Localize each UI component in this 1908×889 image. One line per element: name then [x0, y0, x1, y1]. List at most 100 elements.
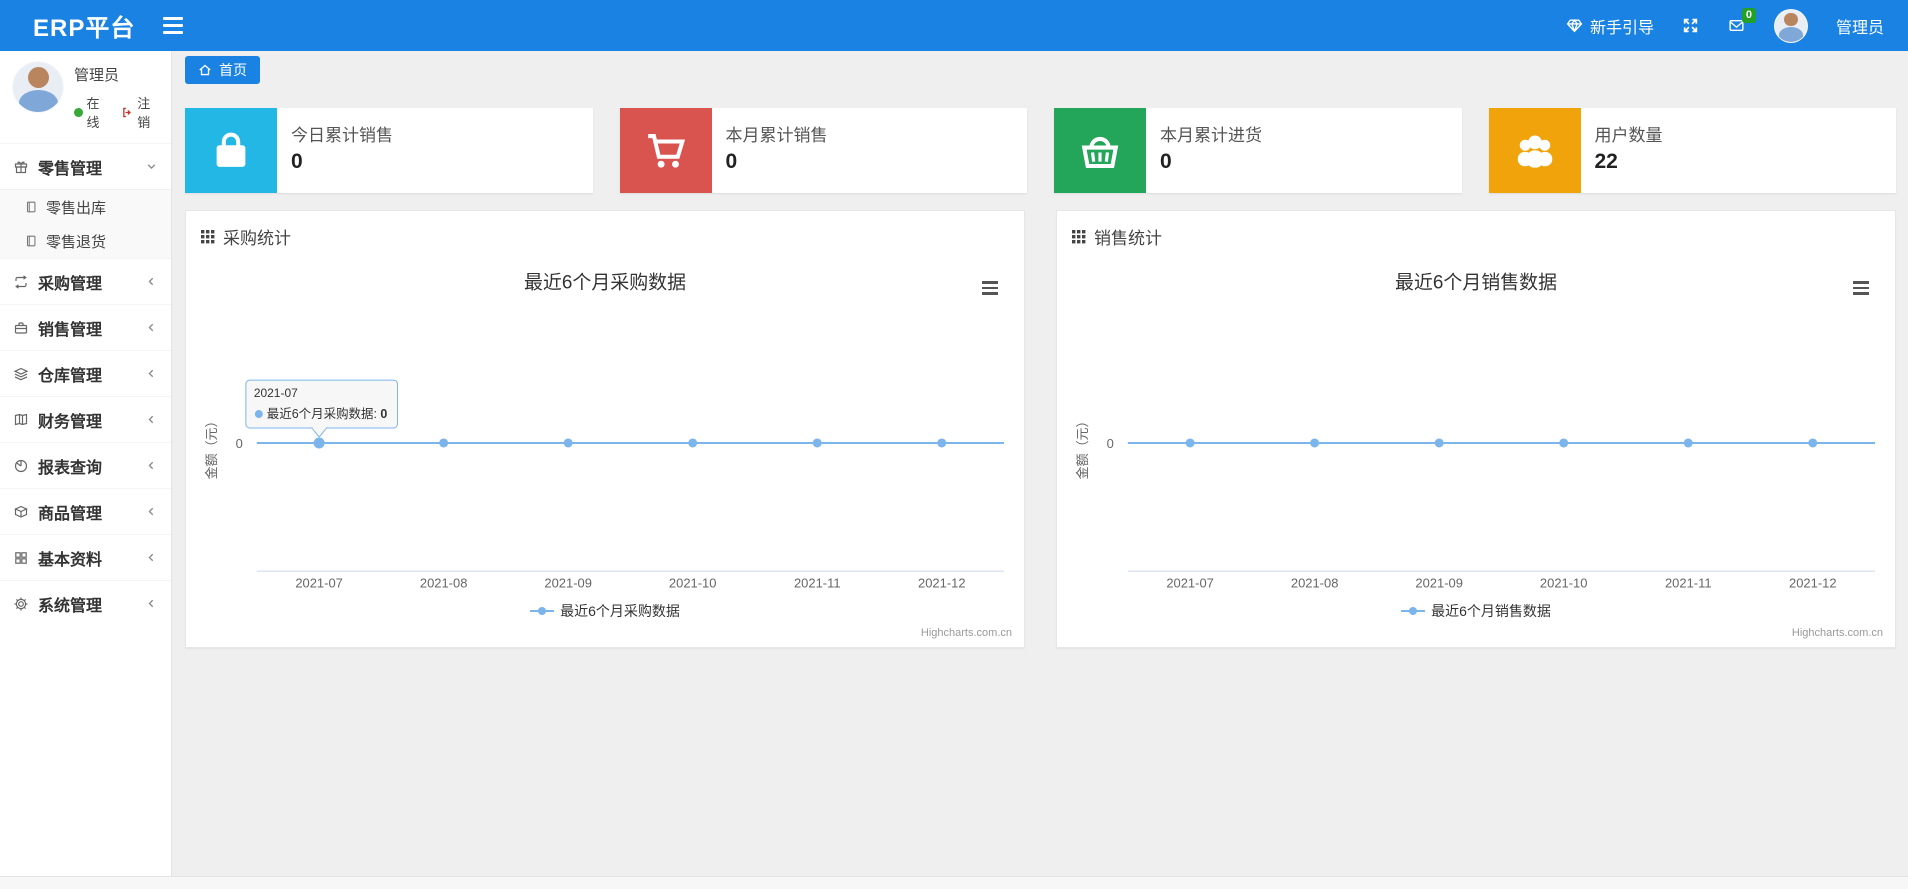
chevron-left-icon	[145, 367, 158, 380]
main-content: 首页 今日累计销售 0 本月累计销售 0 本月累计进货 0 用户数量 22 采购…	[172, 51, 1908, 889]
guide-menu-item[interactable]: 新手引导	[1566, 14, 1654, 38]
panel-title: 销售统计	[1094, 229, 1162, 248]
sidebar-subitem-retail-outbound[interactable]: 零售出库	[0, 190, 171, 224]
legend-label: 最近6个月采购数据	[560, 603, 680, 619]
svg-text:2021-09: 2021-09	[1415, 576, 1463, 591]
briefcase-icon	[13, 320, 29, 336]
top-navbar: ERP平台 新手引导 0 管理员	[0, 0, 1908, 51]
box-icon	[13, 504, 29, 520]
svg-text:2021-10: 2021-10	[1540, 576, 1588, 591]
shopping-basket-icon	[1054, 108, 1146, 193]
guide-label: 新手引导	[1589, 19, 1654, 37]
th-grid-icon	[201, 229, 215, 244]
panel-title: 采购统计	[223, 229, 291, 248]
sidebar-item-label: 零售管理	[38, 160, 103, 178]
sidebar-item-finance[interactable]: 财务管理	[0, 396, 171, 442]
highcharts-credit[interactable]: Highcharts.com.cn	[921, 627, 1012, 639]
svg-text:2021-07: 2021-07	[295, 576, 343, 591]
chart-panels-row: 采购统计 最近6个月采购数据 金额（元） 0 2021-07 2021-08 2021-0…	[185, 210, 1896, 648]
shopping-cart-icon	[619, 108, 712, 193]
legend-label: 最近6个月销售数据	[1431, 603, 1551, 619]
legend-item-sales[interactable]: 最近6个月销售数据	[1057, 601, 1895, 621]
chevron-left-icon	[145, 321, 158, 334]
gift-icon	[13, 159, 29, 175]
sales-chart-canvas: 最近6个月销售数据金额（元） 0 2021-07 2021-08 2021-09 2021…	[1075, 271, 1876, 591]
sidebar-item-goods[interactable]: 商品管理	[0, 488, 171, 534]
sidebar-avatar	[12, 61, 64, 113]
breadcrumb-label: 首页	[219, 62, 247, 78]
svg-text:金额（元）: 金额（元）	[1075, 415, 1090, 480]
stat-card-user-count: 用户数量 22	[1488, 108, 1896, 193]
purchase-stats-panel: 采购统计 最近6个月采购数据 金额（元） 0 2021-07 2021-08 2021-0…	[185, 210, 1025, 648]
doc-icon	[24, 234, 38, 248]
legend-marker-icon	[1401, 607, 1426, 615]
sidebar-item-basic-data[interactable]: 基本资料	[0, 534, 171, 580]
mail-button[interactable]: 0	[1727, 8, 1756, 34]
sidebar-item-system[interactable]: 系统管理	[0, 580, 171, 626]
chevron-down-icon	[145, 160, 158, 173]
breadcrumb-home-tab[interactable]: 首页	[185, 56, 260, 84]
svg-text:2021-08: 2021-08	[1291, 576, 1339, 591]
gear-icon	[13, 596, 29, 612]
stat-card-today-sales: 今日累计销售 0	[185, 108, 593, 193]
layers-icon	[13, 366, 29, 382]
brand-logo[interactable]: ERP平台	[0, 8, 135, 43]
svg-text:2021-11: 2021-11	[1665, 576, 1712, 591]
chevron-left-icon	[145, 551, 158, 564]
chevron-left-icon	[145, 413, 158, 426]
users-icon	[1488, 108, 1581, 193]
chevron-left-icon	[145, 505, 158, 518]
svg-text:0: 0	[236, 436, 243, 451]
legend-marker-icon	[530, 607, 555, 615]
stat-card-month-purchase: 本月累计进货 0	[1054, 108, 1462, 193]
sidebar-item-retail[interactable]: 零售管理	[0, 143, 171, 189]
doc-icon	[24, 200, 38, 214]
pie-chart-icon	[13, 458, 29, 474]
shopping-bag-icon	[185, 108, 277, 193]
online-status-label: 在线	[86, 96, 100, 130]
svg-text:最近6个月销售数据: 最近6个月销售数据	[1395, 271, 1557, 293]
stat-card-value: 0	[291, 150, 303, 173]
svg-text:最近6个月采购数据: 0: 最近6个月采购数据: 0	[267, 406, 388, 421]
logout-link[interactable]: 注销	[121, 93, 161, 131]
chevron-left-icon	[145, 597, 158, 610]
svg-text:2021-07: 2021-07	[254, 386, 298, 400]
chevron-left-icon	[145, 275, 158, 288]
sidebar-item-warehouse[interactable]: 仓库管理	[0, 350, 171, 396]
stat-cards-row: 今日累计销售 0 本月累计销售 0 本月累计进货 0 用户数量 22	[185, 108, 1896, 193]
exchange-icon	[13, 274, 29, 290]
purchase-chart-canvas: 最近6个月采购数据金额（元） 0 2021-07 2021-08 2021-09 2021…	[204, 271, 1005, 591]
sidebar-item-reports[interactable]: 报表查询	[0, 442, 171, 488]
gem-icon	[1566, 17, 1583, 34]
svg-text:2021-12: 2021-12	[918, 576, 966, 591]
sidebar-toggle-button[interactable]	[157, 11, 189, 40]
retail-submenu: 零售出库 零售退货	[0, 189, 171, 258]
sidebar-user-panel: 管理员 在线 注销	[0, 51, 171, 143]
page-footer	[0, 876, 1908, 889]
sidebar-item-purchase[interactable]: 采购管理	[0, 258, 171, 304]
fullscreen-button[interactable]	[1682, 17, 1699, 34]
stat-card-month-sales: 本月累计销售 0	[619, 108, 1027, 193]
chart-context-menu-button[interactable]	[978, 277, 1002, 299]
grid-icon	[13, 550, 29, 566]
sidebar-subitem-retail-return[interactable]: 零售退货	[0, 224, 171, 258]
svg-text:2021-10: 2021-10	[669, 576, 717, 591]
fullscreen-icon	[1682, 17, 1699, 34]
book-icon	[13, 412, 29, 428]
legend-item-purchase[interactable]: 最近6个月采购数据	[186, 601, 1024, 621]
svg-text:最近6个月采购数据: 最近6个月采购数据	[524, 271, 686, 293]
sidebar-menu: 零售管理 零售出库 零售退货 采购管理 销售管理 仓库管理 财务管理 报表查询 …	[0, 143, 171, 626]
chart-context-menu-button[interactable]	[1849, 277, 1873, 299]
navbar-username[interactable]: 管理员	[1836, 14, 1884, 38]
sidebar-item-sales[interactable]: 销售管理	[0, 304, 171, 350]
stat-card-label: 今日累计销售	[291, 126, 393, 145]
sales-stats-panel: 销售统计 最近6个月销售数据 金额（元） 0 2021-07 2021-08 2021-0…	[1056, 210, 1896, 648]
chart-tooltip: 2021-07 最近6个月采购数据: 0	[245, 379, 398, 438]
highcharts-credit[interactable]: Highcharts.com.cn	[1792, 627, 1883, 639]
chevron-left-icon	[145, 459, 158, 472]
th-grid-icon	[1072, 229, 1086, 244]
sign-out-icon	[121, 106, 134, 119]
navbar-avatar[interactable]	[1773, 8, 1808, 43]
sidebar-username: 管理员	[74, 67, 120, 84]
sidebar: 管理员 在线 注销 零售管理 零售出库 零售退货 采购管理 销售管理 仓库管理 …	[0, 51, 172, 889]
